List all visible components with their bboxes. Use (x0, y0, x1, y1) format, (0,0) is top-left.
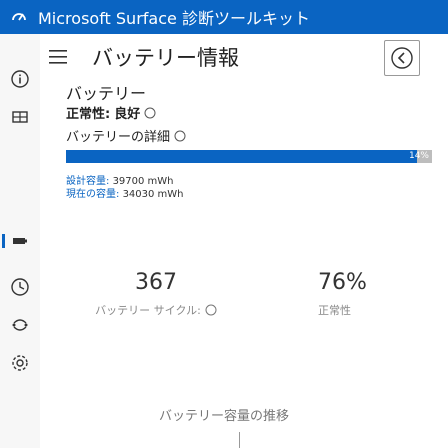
full-capacity: 現在の容量: 34030 mWh (66, 185, 184, 200)
charge-progress-label: 14% (408, 151, 429, 161)
health-row: 正常性: 良好 (66, 103, 156, 122)
battery-section-title: バッテリー (66, 84, 147, 103)
page-title: バッテリー情報 (92, 46, 239, 70)
device-icon[interactable] (9, 106, 31, 128)
selected-indicator (2, 234, 5, 248)
settings-icon[interactable] (9, 352, 31, 374)
cycle-count-label: バッテリー サイクル: (95, 304, 201, 317)
full-capacity-label: 現在の容量: (66, 189, 120, 200)
battery-icon[interactable] (9, 230, 31, 252)
help-button[interactable] (384, 40, 420, 76)
app-title: Microsoft Surface 診断ツールキット (38, 9, 310, 28)
info-icon[interactable] (205, 304, 217, 316)
info-icon[interactable] (144, 107, 156, 119)
info-icon[interactable] (9, 68, 31, 90)
charge-progress-fill (66, 150, 418, 163)
details-label: バッテリーの詳細 (66, 130, 171, 145)
charge-progress-bar: 14% (66, 150, 432, 163)
health-percent-label-row: 正常性 (318, 302, 351, 318)
cycle-count-value: 367 (135, 270, 177, 295)
health-percent-value: 76% (318, 270, 367, 295)
history-icon[interactable] (9, 276, 31, 298)
hamburger-menu-icon[interactable] (46, 44, 72, 70)
details-row: バッテリーの詳細 (66, 126, 186, 145)
chart-caret (239, 432, 240, 448)
cycle-count-card: 367 バッテリー サイクル: (66, 262, 246, 320)
chevron-left-icon (391, 47, 413, 69)
full-capacity-value: 34030 mWh (122, 189, 184, 200)
cycle-count-label-row: バッテリー サイクル: (66, 302, 246, 318)
capacity-history-title: バッテリー容量の推移 (158, 409, 289, 424)
title-bar: Microsoft Surface 診断ツールキット (0, 0, 448, 34)
health-percent-label: 正常性 (318, 304, 351, 317)
health-value: 良好 (114, 107, 141, 122)
health-percent-card: 76% 正常性 (258, 262, 438, 320)
app-icon (12, 13, 26, 21)
nav-rail (0, 34, 40, 448)
info-icon[interactable] (174, 130, 186, 142)
health-label: 正常性: (66, 107, 111, 122)
network-icon[interactable] (9, 314, 31, 336)
